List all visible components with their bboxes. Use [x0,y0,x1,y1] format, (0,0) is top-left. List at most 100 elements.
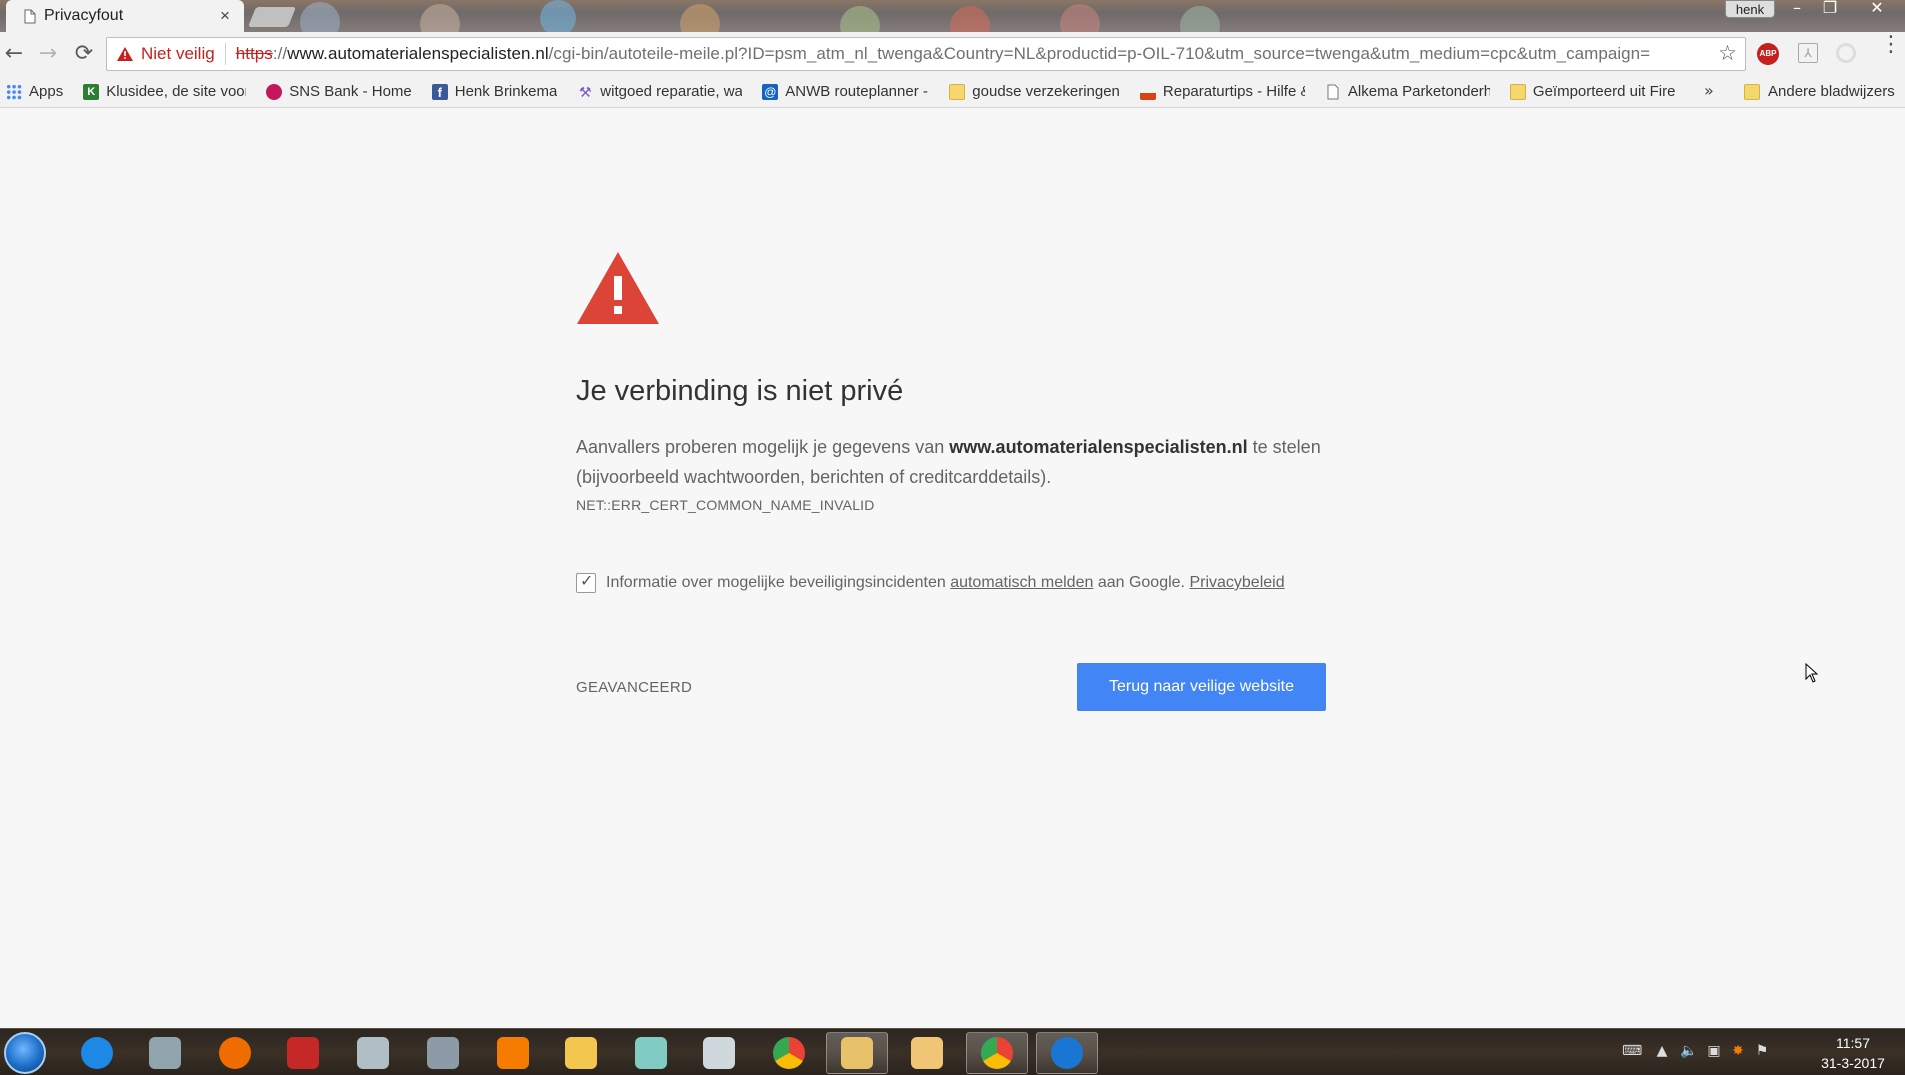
bookmark-geimporteerd[interactable]: Geïmporteerd uit Fire [1509,83,1675,100]
bookmark-label: SNS Bank - Home [289,83,412,100]
taskbar-app-avast[interactable] [482,1032,544,1074]
bookmark-apps[interactable]: Apps [6,83,63,100]
photo-viewer-icon [911,1037,943,1069]
bookmark-reparaturtips[interactable]: Reparaturtips - Hilfe & [1139,83,1305,100]
report-checkbox[interactable]: ✓ [576,573,596,593]
bookmark-henk-brinkema[interactable]: f Henk Brinkema [431,83,558,100]
new-tab-button[interactable] [247,7,297,27]
desktop-bg-blob [300,2,340,32]
calculator-icon [703,1037,735,1069]
outlook-icon [841,1037,873,1069]
maximize-button[interactable]: ❐ [1815,0,1845,18]
bookmark-anwb[interactable]: @ ANWB routeplanner - [762,83,929,100]
bookmark-sns-bank[interactable]: SNS Bank - Home [266,83,412,100]
tab-close-icon[interactable]: × [216,6,234,26]
desktop-bg-blob [950,6,990,32]
report-text: Informatie over mogelijke beveiligingsin… [606,574,951,591]
ccleaner-icon [287,1037,319,1069]
bookmark-star-icon[interactable]: ☆ [1718,41,1737,65]
url-text[interactable]: https://www.automaterialenspecialisten.n… [226,44,1650,64]
auto-report-link[interactable]: automatisch melden [950,574,1093,592]
avast-tray-icon[interactable]: ✸ [1730,1043,1746,1059]
taskbar-app-internet-explorer[interactable] [66,1032,128,1074]
chrome-menu-icon[interactable]: ⋮ [1880,34,1902,56]
close-window-button[interactable]: ✕ [1862,0,1892,18]
bookmark-label: Reparaturtips - Hilfe & [1162,83,1305,100]
browser-toolbar: ← → ⟳ Niet veilig https://www.automateri… [0,32,1905,76]
notepad-icon [635,1037,667,1069]
taskbar-clock[interactable]: 11:57 31-3-2017 [1808,1033,1898,1073]
bookmark-other-folder[interactable]: Andere bladwijzers [1744,76,1895,107]
back-arrow-icon[interactable]: ← [2,42,26,66]
extension-circle-icon[interactable] [1836,43,1856,63]
pdf-extension-icon[interactable]: ⅄ [1798,43,1818,63]
minimize-button[interactable]: – [1782,0,1812,18]
profile-button[interactable]: henk [1725,0,1775,18]
adblock-plus-icon[interactable]: ABP [1757,43,1779,65]
bookmark-label: Apps [29,83,64,100]
sns-icon [266,83,283,100]
desktop-bg-blob [1060,4,1100,32]
taskbar-app-file-explorer[interactable] [550,1032,612,1074]
page-icon [1327,84,1339,99]
taskbar-app-teamviewer[interactable] [1036,1032,1098,1074]
mouse-cursor-icon [1805,663,1819,683]
bookmark-goudse[interactable]: goudse verzekeringen [949,83,1120,100]
bookmark-label: Alkema Parketonderh [1347,83,1490,100]
bookmark-alkema[interactable]: Alkema Parketonderh [1325,83,1490,100]
bookmark-label: goudse verzekeringen [972,83,1120,100]
desktop-bg-blob [1180,6,1220,32]
avast-icon [497,1037,529,1069]
taskbar-app-computer[interactable] [134,1032,196,1074]
start-button-icon[interactable] [4,1032,46,1074]
warning-triangle-icon [577,252,659,324]
taskbar-app-photo-viewer[interactable] [896,1032,958,1074]
repair-icon [1139,83,1156,100]
tab-privacyfout[interactable]: Privacyfout × [6,0,244,32]
network-icon[interactable]: ▣ [1706,1043,1722,1059]
back-to-safety-button[interactable]: Terug naar veilige website [1077,663,1326,711]
taskbar-app-outlook[interactable] [826,1032,888,1074]
advanced-button[interactable]: GEAVANCEERD [576,679,692,696]
apps-grid-icon [6,83,22,100]
privacy-error-page: Je verbinding is niet privé Aanvallers p… [0,108,1905,1028]
report-option-row: ✓ Informatie over mogelijke beveiligings… [576,573,1285,593]
taskbar-app-chrome-profile[interactable] [966,1032,1028,1074]
bookmark-label: Andere bladwijzers [1768,83,1895,100]
bookmarks-overflow-chevron-icon[interactable]: » [1704,81,1714,100]
bookmark-label: Henk Brinkema [454,83,558,100]
page-title: Je verbinding is niet privé [576,375,904,407]
keyboard-icon[interactable]: ⌨ [1622,1043,1642,1059]
taskbar-app-calculator[interactable] [688,1032,750,1074]
taskbar-app-notepad[interactable] [620,1032,682,1074]
forward-arrow-icon[interactable]: → [36,42,60,66]
bookmark-label: Geïmporteerd uit Fire [1532,83,1675,100]
folder-icon [1744,83,1760,100]
checkmark-icon: ✓ [580,573,594,590]
bookmark-label: witgoed reparatie, wa [600,83,743,100]
explanation-text: Aanvallers proberen mogelijk je gegevens… [576,437,950,457]
clock-date: 31-3-2017 [1821,1055,1885,1071]
taskbar-app-chrome[interactable] [758,1032,820,1074]
taskbar-app-ccleaner[interactable] [272,1032,334,1074]
reload-icon[interactable]: ⟳ [72,42,96,66]
bookmark-witgoed[interactable]: ⚒ witgoed reparatie, wa [577,83,742,100]
privacy-policy-link[interactable]: Privacybeleid [1189,574,1284,592]
error-code[interactable]: NET::ERR_CERT_COMMON_NAME_INVALID [576,497,875,513]
file-explorer-icon [565,1037,597,1069]
folder-icon [1509,83,1526,100]
bookmark-label: Klusidee, de site voor [106,83,247,100]
taskbar-app-xmind[interactable] [342,1032,404,1074]
show-hidden-icons-chevron-icon[interactable]: ▲ [1654,1043,1670,1059]
taskbar-app-firefox[interactable] [204,1032,266,1074]
desktop-bg-blob [840,6,880,32]
facebook-icon: f [431,83,448,100]
action-center-flag-icon[interactable]: ⚑ [1754,1043,1770,1059]
security-chip[interactable]: Niet veilig [107,43,226,65]
address-bar[interactable]: Niet veilig https://www.automaterialensp… [106,37,1746,71]
teamviewer-icon [1051,1037,1083,1069]
tab-title: Privacyfout [44,7,124,24]
bookmark-klusidee[interactable]: K Klusidee, de site voor [83,83,246,100]
taskbar-app-paint[interactable] [412,1032,474,1074]
volume-icon[interactable]: 🔈 [1680,1043,1697,1059]
